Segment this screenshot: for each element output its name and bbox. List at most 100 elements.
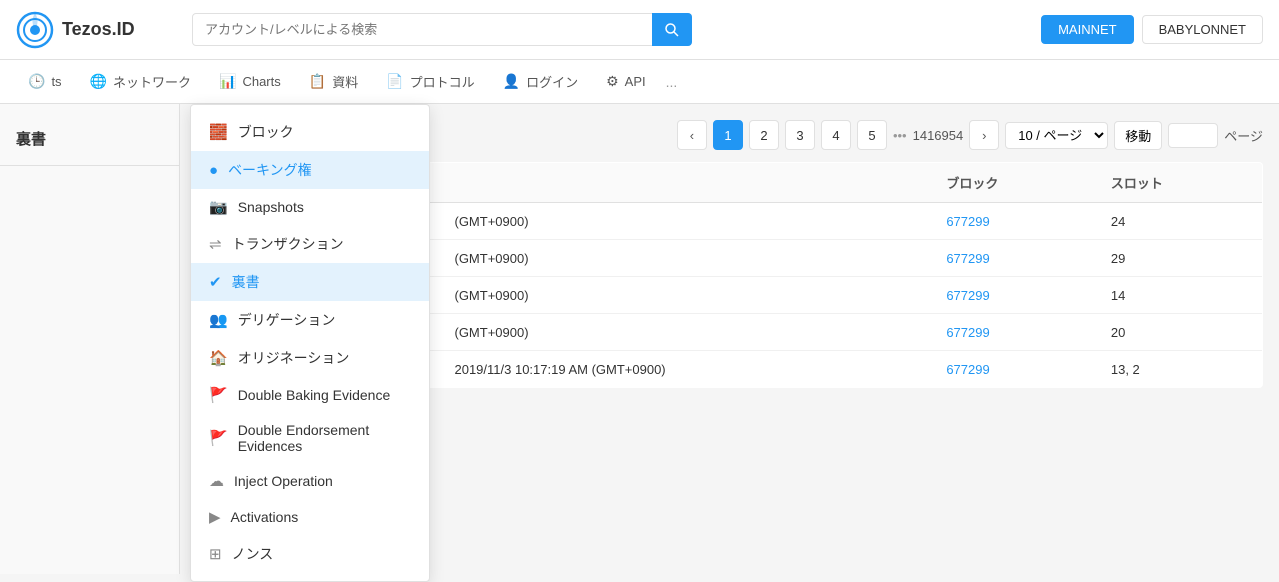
next-page-button[interactable]: ›	[969, 120, 999, 150]
dropdown-item-snapshots[interactable]: 📷 Snapshots	[191, 189, 429, 225]
dropdown-baking-label: ベーキング権	[228, 160, 312, 180]
nav-network-label: ネットワーク	[113, 72, 191, 91]
dropdown-endorsements-label: 裏書	[232, 272, 260, 292]
block-link[interactable]: 677299	[946, 251, 989, 266]
double-endorsement-icon: 🚩	[209, 429, 228, 447]
transactions-icon: ⇌	[209, 235, 222, 253]
dropdown-item-double-endorsement[interactable]: 🚩 Double Endorsement Evidences	[191, 413, 429, 463]
nav-item-login[interactable]: 👤 ログイン	[491, 66, 590, 97]
col-slot: スロット	[1097, 163, 1263, 203]
api-icon: ⚙	[606, 73, 619, 90]
nav-charts-label: Charts	[242, 74, 280, 89]
dropdown-origination-label: オリジネーション	[238, 348, 350, 368]
col-block: ブロック	[932, 163, 1097, 203]
cell-block: 677299	[932, 351, 1097, 388]
cell-block: 677299	[932, 314, 1097, 351]
cell-block: 677299	[932, 240, 1097, 277]
sidebar: 裏書	[0, 104, 180, 574]
nav-protocol-label: プロトコル	[410, 72, 475, 91]
cell-time: (GMT+0900)	[440, 277, 932, 314]
prev-page-button[interactable]: ‹	[677, 120, 707, 150]
nav-item-api[interactable]: ⚙ API	[594, 67, 658, 96]
dropdown-snapshots-label: Snapshots	[238, 199, 304, 215]
col-time	[440, 163, 932, 203]
nav-item-ts[interactable]: 🕒 ts	[16, 67, 74, 96]
dropdown-menu: 🧱 ブロック ● ベーキング権 📷 Snapshots ⇌ トランザクション ✔…	[190, 104, 430, 582]
search-bar	[192, 13, 692, 46]
navbar: 🕒 ts 🌐 ネットワーク 📊 Charts 📋 資料 📄 プロトコル 👤 ログ…	[0, 60, 1279, 104]
dropdown-item-block[interactable]: 🧱 ブロック	[191, 113, 429, 151]
dropdown-item-inject[interactable]: ☁ Inject Operation	[191, 463, 429, 499]
logo-text: Tezos.ID	[62, 19, 135, 40]
protocol-icon: 📄	[386, 73, 403, 90]
search-input[interactable]	[192, 13, 692, 46]
nav-item-charts[interactable]: 📊 Charts	[207, 67, 293, 96]
dropdown-block-label: ブロック	[238, 122, 294, 142]
page-4-button[interactable]: 4	[821, 120, 851, 150]
origination-icon: 🏠	[209, 349, 228, 367]
dropdown-item-activations[interactable]: ▶ Activations	[191, 499, 429, 535]
network-buttons: MAINNET BABYLONNET	[1041, 15, 1263, 44]
charts-icon: 📊	[219, 73, 236, 90]
dropdown-inject-label: Inject Operation	[234, 473, 333, 489]
page-jump: 10 / ページ 移動 ページ	[1005, 121, 1263, 150]
page-3-button[interactable]: 3	[785, 120, 815, 150]
cell-time: 2019/11/3 10:17:19 AM (GMT+0900)	[440, 351, 932, 388]
nav-more[interactable]: ...	[662, 74, 682, 90]
nav-item-protocol[interactable]: 📄 プロトコル	[374, 66, 486, 97]
dropdown-activations-label: Activations	[231, 509, 299, 525]
page-2-button[interactable]: 2	[749, 120, 779, 150]
cell-slot: 20	[1097, 314, 1263, 351]
nav-api-label: API	[625, 74, 646, 89]
nav-item-docs[interactable]: 📋 資料	[297, 66, 370, 97]
block-link[interactable]: 677299	[946, 288, 989, 303]
dropdown-item-delegations[interactable]: 👥 デリゲーション	[191, 301, 429, 339]
logo: Tezos.ID	[16, 11, 176, 49]
nav-item-network[interactable]: 🌐 ネットワーク	[78, 66, 203, 97]
search-button[interactable]	[652, 13, 692, 46]
page-1-button[interactable]: 1	[713, 120, 743, 150]
mainnet-button[interactable]: MAINNET	[1041, 15, 1134, 44]
delegations-icon: 👥	[209, 311, 228, 329]
layout: 裏書 🧱 ブロック ● ベーキング権 📷 Snapshots ⇌ トランザクショ…	[0, 104, 1279, 574]
dropdown-item-transactions[interactable]: ⇌ トランザクション	[191, 225, 429, 263]
dropdown-item-nonce[interactable]: ⊞ ノンス	[191, 535, 429, 573]
header: Tezos.ID MAINNET BABYLONNET	[0, 0, 1279, 60]
dropdown-transactions-label: トランザクション	[232, 234, 344, 254]
page-number-input[interactable]	[1168, 123, 1218, 148]
block-icon: 🧱	[209, 123, 228, 141]
endorsements-icon: ✔	[209, 273, 222, 291]
nonce-icon: ⊞	[209, 545, 222, 563]
block-link[interactable]: 677299	[946, 214, 989, 229]
page-dots: •••	[893, 128, 907, 143]
cell-slot: 14	[1097, 277, 1263, 314]
dropdown-item-endorsements[interactable]: ✔ 裏書	[191, 263, 429, 301]
cell-slot: 13, 2	[1097, 351, 1263, 388]
dropdown-item-origination[interactable]: 🏠 オリジネーション	[191, 339, 429, 377]
cell-slot: 24	[1097, 203, 1263, 240]
block-link[interactable]: 677299	[946, 325, 989, 340]
per-page-select[interactable]: 10 / ページ	[1005, 122, 1108, 149]
block-link[interactable]: 677299	[946, 362, 989, 377]
jump-button[interactable]: 移動	[1114, 121, 1162, 150]
dropdown-nonce-label: ノンス	[232, 544, 274, 564]
cell-block: 677299	[932, 277, 1097, 314]
cell-block: 677299	[932, 203, 1097, 240]
cell-time: (GMT+0900)	[440, 240, 932, 277]
logo-icon	[16, 11, 54, 49]
page-total: 1416954	[913, 128, 964, 143]
cell-slot: 29	[1097, 240, 1263, 277]
baking-icon: ●	[209, 162, 218, 179]
login-icon: 👤	[503, 73, 520, 90]
dropdown-item-baking[interactable]: ● ベーキング権	[191, 151, 429, 189]
network-icon: 🌐	[90, 73, 107, 90]
nav-ts-label: ts	[51, 74, 61, 89]
sidebar-title: 裏書	[0, 120, 179, 157]
dropdown-item-double-baking[interactable]: 🚩 Double Baking Evidence	[191, 377, 429, 413]
dropdown-double-baking-label: Double Baking Evidence	[238, 387, 391, 403]
page-5-button[interactable]: 5	[857, 120, 887, 150]
dropdown-double-endorsement-label: Double Endorsement Evidences	[238, 422, 411, 454]
babylonnet-button[interactable]: BABYLONNET	[1142, 15, 1263, 44]
double-baking-icon: 🚩	[209, 386, 228, 404]
nav-docs-label: 資料	[332, 72, 358, 91]
